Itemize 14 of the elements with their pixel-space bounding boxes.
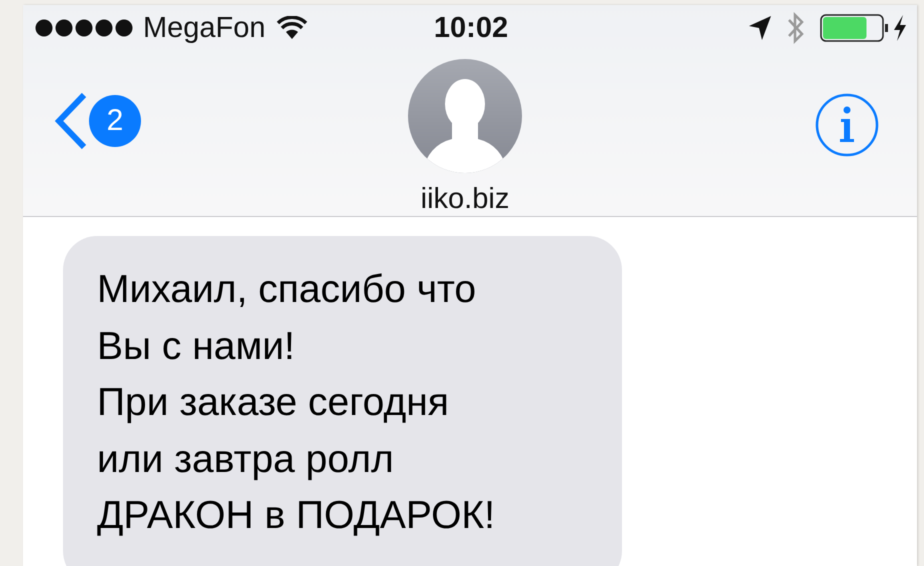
battery-icon xyxy=(820,14,890,42)
bluetooth-icon xyxy=(786,10,806,46)
contact-name: iiko.biz xyxy=(420,183,510,216)
clock-time: 10:02 xyxy=(434,12,508,44)
contact-avatar-icon xyxy=(408,59,522,173)
unread-count-badge: 2 xyxy=(89,95,141,147)
signal-strength-icon xyxy=(35,18,133,38)
location-arrow-icon xyxy=(748,15,772,41)
wifi-icon xyxy=(276,16,308,40)
info-icon xyxy=(815,93,879,157)
info-button[interactable] xyxy=(815,93,879,157)
carrier-name: MegaFon xyxy=(143,12,266,44)
back-button[interactable]: 2 xyxy=(51,91,141,151)
message-bubble: Михаил, спасибо что Вы с нами! При заказе сегодня или завтра ролл ДРАКОН в ПОДАРОК! xyxy=(63,236,622,566)
